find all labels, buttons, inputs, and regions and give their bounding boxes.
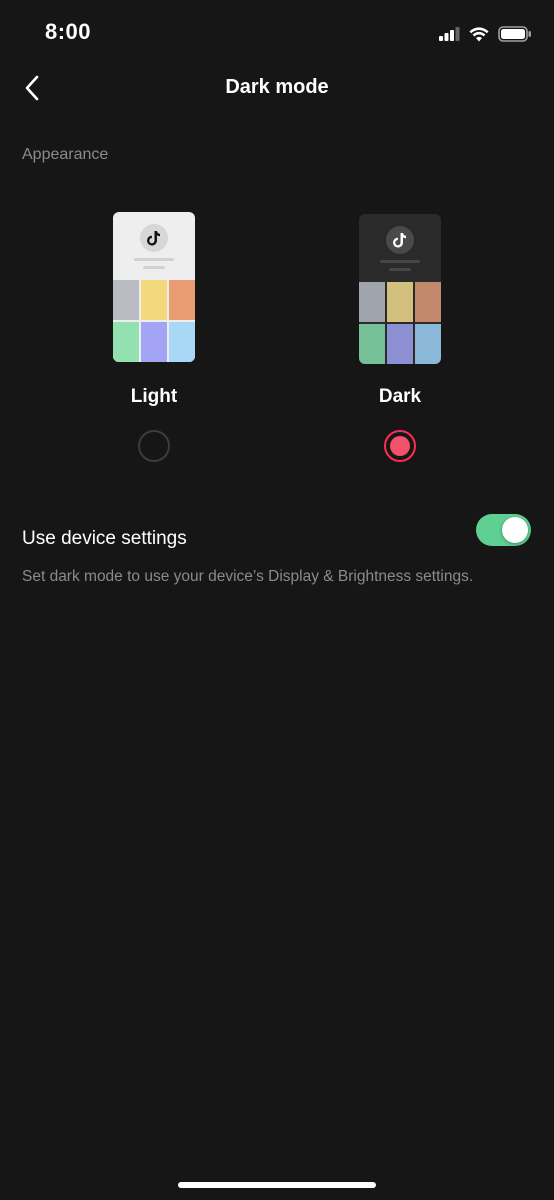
device-settings-toggle[interactable] (476, 514, 531, 546)
preview-tile (387, 282, 413, 322)
status-bar: 8:00 (0, 0, 554, 66)
preview-tile (415, 282, 441, 322)
preview-tile (169, 322, 195, 362)
theme-option-dark[interactable]: Dark (325, 208, 475, 478)
page-title: Dark mode (225, 76, 329, 98)
tiktok-logo-icon (140, 224, 168, 252)
preview-header (113, 212, 195, 280)
preview-tile (415, 324, 441, 364)
tiktok-logo-icon (386, 226, 414, 254)
preview-tile (169, 280, 195, 320)
light-radio-button[interactable] (138, 430, 170, 462)
preview-tile (141, 322, 167, 362)
nav-bar: Dark mode (0, 66, 554, 112)
preview-line (143, 266, 165, 269)
preview-tile (141, 280, 167, 320)
toggle-knob (502, 517, 528, 543)
preview-tile (113, 280, 139, 320)
preview-line (134, 258, 174, 261)
preview-tile (113, 322, 139, 362)
light-theme-preview (113, 212, 195, 362)
preview-grid (359, 282, 441, 364)
battery-icon (498, 26, 531, 42)
appearance-section-label: Appearance (22, 146, 109, 163)
preview-tile (359, 282, 385, 322)
wifi-icon (469, 26, 489, 41)
home-indicator (178, 1182, 376, 1188)
preview-tile (359, 324, 385, 364)
device-settings-label: Use device settings (22, 528, 187, 549)
dark-option-label: Dark (378, 386, 422, 407)
device-settings-description: Set dark mode to use your device’s Displ… (22, 568, 474, 585)
preview-tile (387, 324, 413, 364)
device-settings-row: Use device settings (0, 508, 554, 564)
theme-option-light[interactable]: Light (79, 208, 229, 478)
signal-icon (439, 27, 460, 41)
preview-header (359, 214, 441, 282)
preview-grid (113, 280, 195, 362)
radio-selected-dot (390, 436, 410, 456)
status-time: 8:00 (45, 19, 92, 44)
preview-line (380, 260, 420, 263)
dark-radio-button[interactable] (384, 430, 416, 462)
dark-theme-preview (359, 214, 441, 364)
status-icons (439, 24, 532, 44)
preview-line (389, 268, 411, 271)
light-option-label: Light (130, 386, 178, 407)
